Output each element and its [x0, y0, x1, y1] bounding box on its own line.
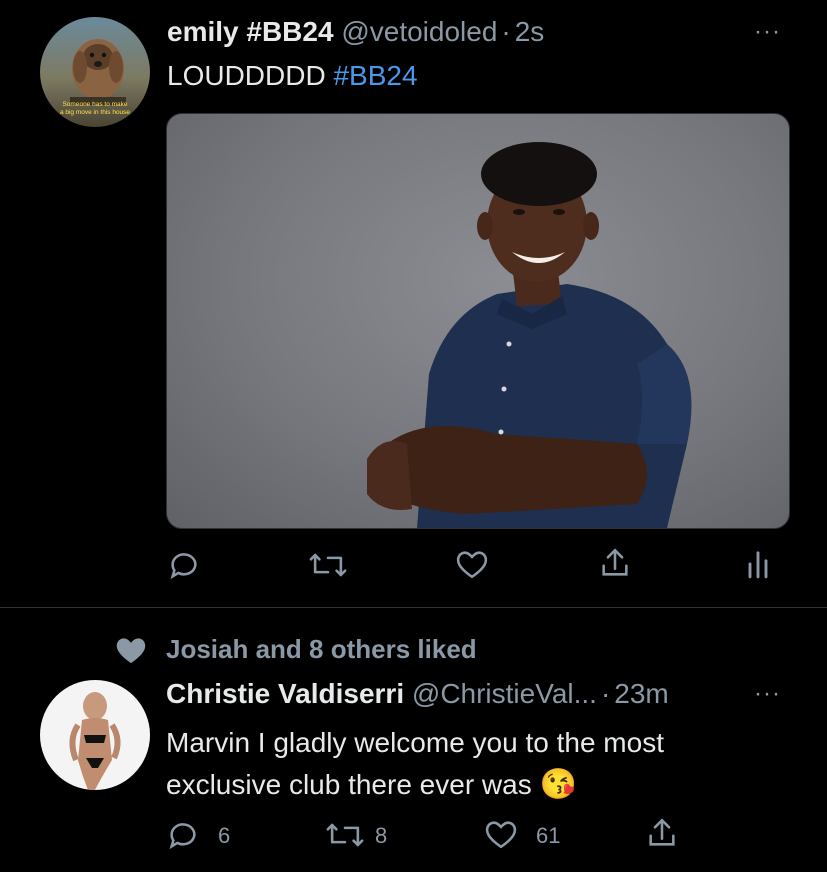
share-icon[interactable] [645, 816, 679, 850]
more-options-icon[interactable]: ··· [754, 680, 781, 708]
reply-icon[interactable] [166, 818, 200, 852]
tweet-text: LOUDDDDD #BB24 [167, 60, 418, 92]
tweet-body-line2-text: exclusive club there ever was [166, 769, 532, 800]
time-separator: · [600, 678, 611, 709]
tweet-body-line2: exclusive club there ever was 😘 [166, 764, 664, 806]
liked-heart-icon [113, 634, 149, 666]
user-handle[interactable]: @ChristieVal... [412, 678, 597, 709]
tweet-body-line1: Marvin I gladly welcome you to the most [166, 727, 664, 758]
time-separator: · [501, 16, 511, 47]
analytics-icon[interactable] [745, 548, 771, 580]
retweet-icon[interactable] [325, 819, 365, 851]
tweet-timestamp[interactable]: 23m [614, 678, 668, 709]
tweet-media-photo[interactable] [166, 113, 790, 529]
share-icon[interactable] [598, 546, 632, 580]
tweet-text: Marvin I gladly welcome you to the most … [166, 722, 664, 806]
person-photo-illustration [367, 142, 692, 528]
profile-photo [69, 692, 121, 790]
user-handle[interactable]: @vetoidoled [341, 16, 497, 47]
retweet-icon[interactable] [308, 549, 348, 581]
avatar-caption-line2: a big move in this house [59, 109, 131, 116]
display-name[interactable]: emily #BB24 [167, 16, 334, 47]
tweet-timestamp[interactable]: 2s [515, 16, 545, 47]
like-count: 61 [536, 823, 561, 848]
tweet-divider [0, 607, 827, 608]
social-context[interactable]: Josiah and 8 others liked [166, 634, 477, 665]
like-icon[interactable] [455, 548, 489, 580]
more-options-icon[interactable]: ··· [754, 18, 781, 46]
avatar-caption-line1: Someone has to make [62, 101, 128, 108]
tweet-header: emily #BB24 @vetoidoled · 2s [167, 16, 544, 48]
kissing-face-emoji: 😘 [539, 768, 577, 801]
tweet-header: Christie Valdiserri @ChristieVal... · 23m [166, 678, 669, 710]
avatar-christie[interactable] [40, 680, 150, 790]
hashtag-link[interactable]: #BB24 [333, 60, 417, 91]
like-icon[interactable] [484, 818, 518, 850]
reply-count: 6 [218, 823, 231, 848]
avatar-emily[interactable]: Someone has to make a big move in this h… [40, 17, 150, 127]
tweet-body: LOUDDDDD [167, 60, 334, 91]
retweet-count: 8 [375, 823, 388, 848]
reply-icon[interactable] [167, 548, 201, 582]
display-name[interactable]: Christie Valdiserri [166, 678, 404, 709]
